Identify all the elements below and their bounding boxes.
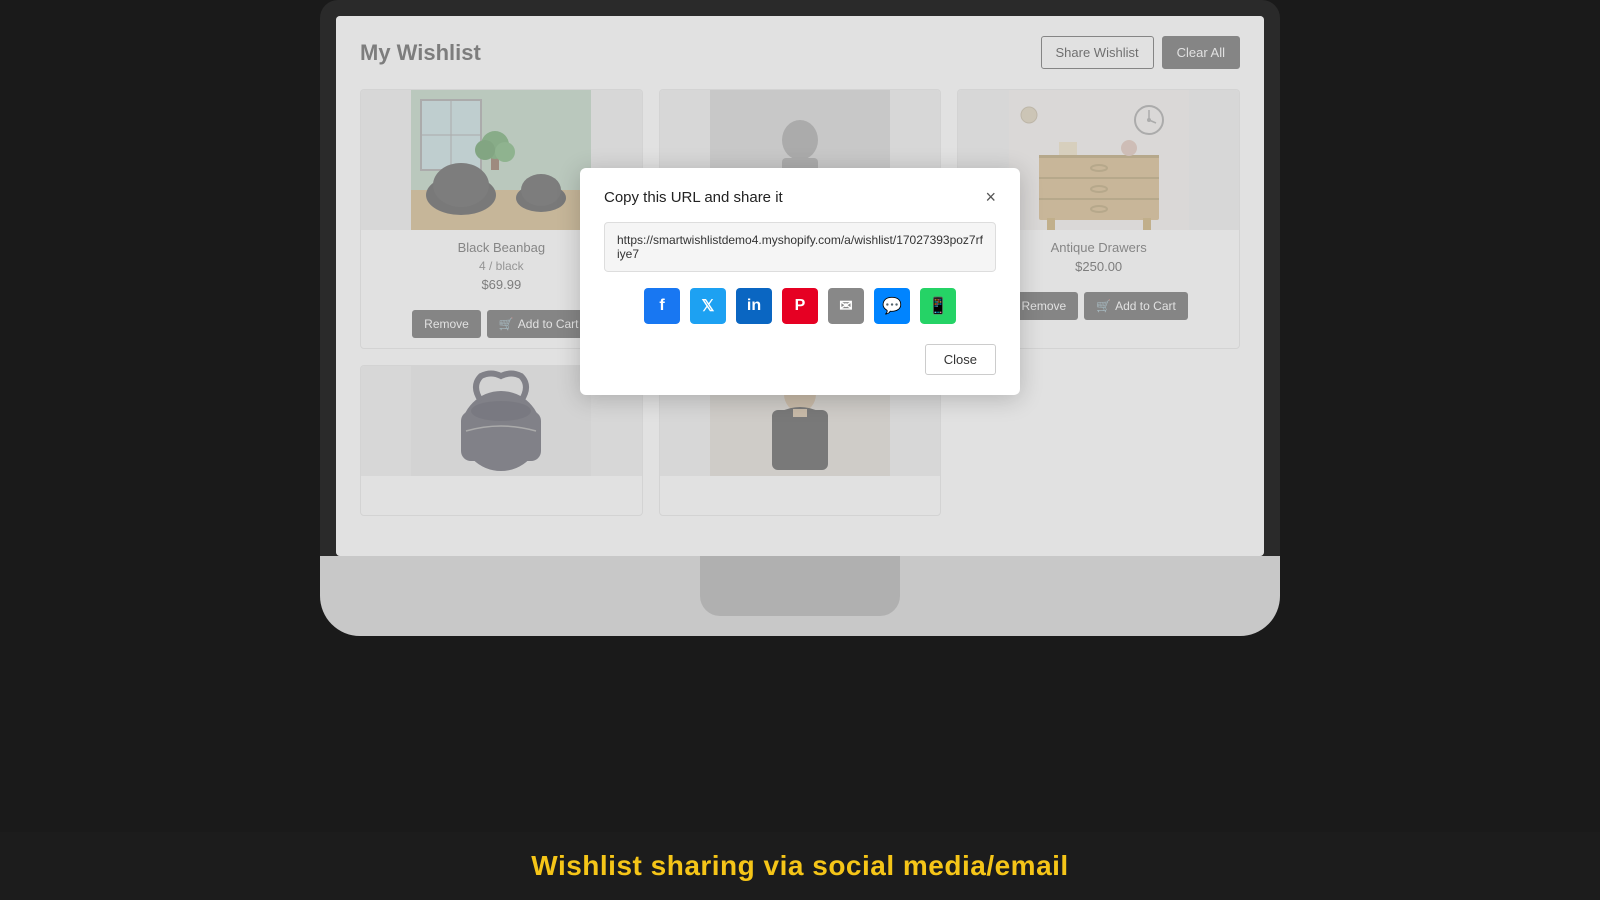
facebook-share-button[interactable]: f: [644, 288, 680, 324]
modal-url-text: https://smartwishlistdemo4.myshopify.com…: [604, 222, 996, 272]
social-icons-container: f 𝕏 in P ✉ 💬 📱: [604, 288, 996, 324]
bottom-bar: Wishlist sharing via social media/email: [0, 832, 1600, 900]
monitor-stand: [700, 556, 900, 616]
monitor-base: [320, 556, 1280, 636]
modal-close-button[interactable]: Close: [925, 344, 996, 375]
pinterest-share-button[interactable]: P: [782, 288, 818, 324]
bottom-bar-text: Wishlist sharing via social media/email: [531, 850, 1068, 881]
linkedin-share-button[interactable]: in: [736, 288, 772, 324]
modal-header: Copy this URL and share it ×: [604, 188, 996, 206]
modal-footer: Close: [604, 344, 996, 375]
share-modal: Copy this URL and share it × https://sma…: [580, 168, 1020, 395]
modal-title: Copy this URL and share it: [604, 188, 783, 205]
messenger-share-button[interactable]: 💬: [874, 288, 910, 324]
modal-close-x-button[interactable]: ×: [985, 188, 996, 206]
twitter-share-button[interactable]: 𝕏: [690, 288, 726, 324]
whatsapp-share-button[interactable]: 📱: [920, 288, 956, 324]
email-share-button[interactable]: ✉: [828, 288, 864, 324]
